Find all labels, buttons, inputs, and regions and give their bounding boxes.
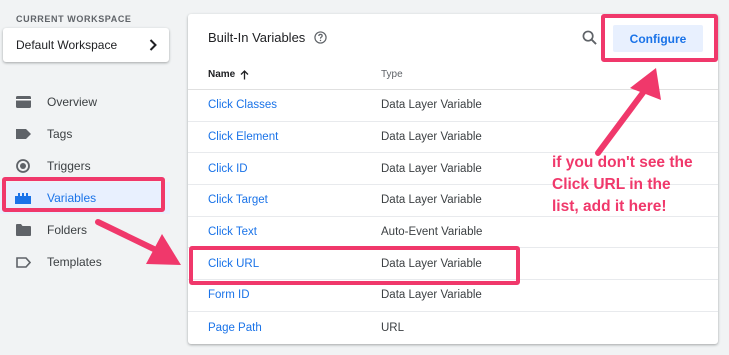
workspace-selector[interactable]: Default Workspace [3, 28, 169, 62]
variable-type: Data Layer Variable [381, 99, 482, 112]
table-row: Click Text Auto-Event Variable [188, 217, 718, 249]
variable-name-link[interactable]: Page Path [188, 322, 381, 334]
variable-name-link[interactable]: Click Classes [188, 99, 381, 111]
help-icon[interactable] [314, 30, 327, 44]
table-row: Click Element Data Layer Variable [188, 122, 718, 154]
annotation-callout: if you don't see the Click URL in the li… [552, 154, 693, 215]
sidebar-item-templates[interactable]: Templates [0, 246, 170, 278]
sidebar-item-triggers[interactable]: Triggers [0, 150, 170, 182]
variable-type: Auto-Event Variable [381, 226, 483, 239]
variable-type: URL [381, 321, 405, 334]
template-icon [15, 254, 31, 270]
variable-name-link[interactable]: Click Target [188, 194, 381, 206]
variable-name-link[interactable]: Click URL [188, 258, 381, 270]
tag-icon [15, 126, 31, 142]
variable-name-link[interactable]: Form ID [188, 289, 381, 301]
table-row: Form ID Data Layer Variable [188, 280, 718, 312]
variable-name-link[interactable]: Click Element [188, 131, 381, 143]
variable-type: Data Layer Variable [381, 131, 482, 144]
sidebar-item-label: Folders [47, 223, 88, 237]
workspace-label: CURRENT WORKSPACE [16, 14, 132, 24]
folder-icon [15, 222, 31, 238]
variable-type: Data Layer Variable [381, 162, 482, 175]
sidebar-item-label: Tags [47, 127, 73, 141]
card-header: Built-In Variables Configure [188, 14, 718, 60]
variable-name-link[interactable]: Click ID [188, 163, 381, 175]
card-title: Built-In Variables [208, 29, 306, 45]
sidebar-item-label: Overview [47, 95, 98, 109]
variables-icon [15, 190, 31, 206]
trigger-icon [15, 158, 31, 174]
sidebar-item-folders[interactable]: Folders [0, 214, 170, 246]
column-header-name-label: Name [208, 69, 236, 80]
overview-icon [15, 94, 31, 110]
table-row: Click URL Data Layer Variable [188, 248, 718, 281]
sidebar-item-variables[interactable]: Variables [0, 182, 170, 214]
sidebar-item-tags[interactable]: Tags [0, 118, 170, 150]
column-header-type: Type [381, 69, 403, 80]
sidebar-item-overview[interactable]: Overview [0, 86, 170, 118]
sidebar-item-label: Variables [47, 191, 97, 205]
workspace-name: Default Workspace [16, 38, 118, 52]
variable-type: Data Layer Variable [381, 289, 482, 302]
search-icon[interactable] [582, 30, 597, 45]
sidebar-item-label: Templates [47, 255, 102, 269]
sidebar-nav: Overview Tags Triggers Variables Folders… [0, 86, 170, 278]
table-row: Page Path URL [188, 312, 718, 344]
column-header-name[interactable]: Name [188, 69, 381, 80]
sidebar-item-label: Triggers [47, 159, 91, 173]
arrow-up-icon [240, 69, 249, 79]
variable-name-link[interactable]: Click Text [188, 226, 381, 238]
chevron-right-icon [149, 39, 157, 51]
table-row: Click Classes Data Layer Variable [188, 90, 718, 122]
configure-button[interactable]: Configure [613, 25, 703, 52]
variable-type: Data Layer Variable [381, 194, 482, 207]
variable-type: Data Layer Variable [381, 257, 482, 270]
table-header: Name Type [188, 60, 718, 90]
